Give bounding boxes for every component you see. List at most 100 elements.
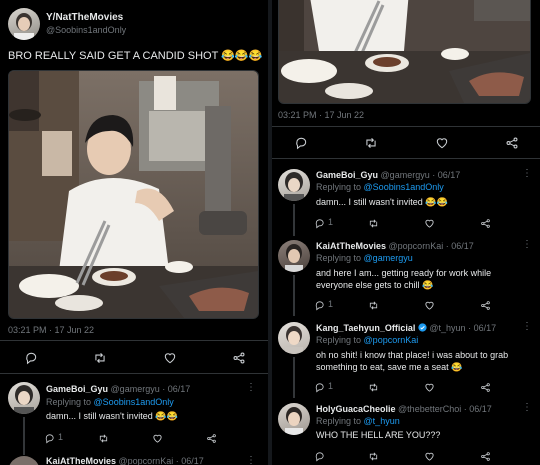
- share-icon[interactable]: [232, 351, 246, 365]
- replying-to-label: Replying to: [316, 335, 362, 345]
- timestamp[interactable]: 03:21 PM · 17 Jun 22: [278, 110, 364, 120]
- reply-handle[interactable]: @popcornKai: [389, 241, 444, 251]
- avatar[interactable]: [8, 8, 40, 40]
- avatar[interactable]: [278, 240, 310, 272]
- thread-line: [293, 204, 295, 236]
- reply-handle[interactable]: @thebetterChoi: [398, 404, 461, 414]
- reply-icon[interactable]: [314, 380, 325, 391]
- timestamp[interactable]: 03:21 PM · 17 Jun 22: [8, 325, 94, 335]
- reply-icon[interactable]: [314, 298, 325, 309]
- reply-name[interactable]: Kang_Taehyun_Official: [316, 323, 415, 333]
- like-icon[interactable]: [424, 298, 435, 309]
- like-icon[interactable]: [424, 380, 435, 391]
- reply-icon[interactable]: [24, 351, 38, 365]
- reply-text: WHO THE HELL ARE YOU???: [316, 430, 441, 440]
- avatar[interactable]: [278, 169, 310, 201]
- retweet-icon[interactable]: [93, 351, 107, 365]
- avatar[interactable]: [8, 456, 40, 465]
- like-icon[interactable]: [163, 351, 177, 365]
- share-icon[interactable]: [480, 298, 491, 309]
- more-icon[interactable]: ⋮: [522, 239, 532, 250]
- replying-to: Replying to @Soobins1andOnly: [46, 397, 174, 407]
- reply-date: · 06/17: [162, 384, 191, 394]
- replying-to-link[interactable]: @Soobins1andOnly: [364, 182, 444, 192]
- reply-handle[interactable]: @popcornKai: [119, 456, 174, 465]
- divider: [272, 158, 540, 159]
- replying-to: Replying to @popcornKai: [316, 335, 418, 345]
- reply-text-line: oh no shit! i know that place! i was abo…: [316, 350, 509, 360]
- replying-to-link[interactable]: @Soobins1andOnly: [94, 397, 174, 407]
- photo-scene-crop: [279, 0, 530, 103]
- replying-to-label: Replying to: [316, 253, 362, 263]
- reply-icon[interactable]: [44, 431, 55, 442]
- like-icon[interactable]: [424, 216, 435, 227]
- share-icon[interactable]: [505, 136, 519, 150]
- more-icon[interactable]: ⋮: [246, 382, 256, 393]
- more-icon[interactable]: ⋮: [522, 402, 532, 413]
- photo-scene: [9, 71, 258, 318]
- reply-icon[interactable]: [294, 136, 308, 150]
- reply-header: Kang_Taehyun_Official @t_hyun · 06/17: [316, 323, 496, 333]
- more-icon[interactable]: ⋮: [522, 168, 532, 179]
- reply-name[interactable]: HolyGuacaCheolie: [316, 404, 396, 414]
- reply-header: HolyGuacaCheolie @thebetterChoi · 06/17: [316, 404, 492, 414]
- reply-name[interactable]: GameBoi_Gyu: [316, 170, 378, 180]
- divider: [272, 126, 540, 127]
- handle[interactable]: @Soobins1andOnly: [46, 25, 126, 35]
- share-icon[interactable]: [206, 431, 217, 442]
- share-icon[interactable]: [480, 449, 491, 460]
- divider: [0, 340, 268, 341]
- replying-to: Replying to @gamergyu: [316, 253, 413, 263]
- reply-handle[interactable]: @t_hyun: [429, 323, 465, 333]
- like-icon[interactable]: [152, 431, 163, 442]
- reply-date: · 06/17: [432, 170, 461, 180]
- thread-line: [293, 275, 295, 316]
- share-icon[interactable]: [480, 380, 491, 391]
- reply-count: 1: [328, 299, 334, 309]
- display-name[interactable]: Y/NatTheMovies: [46, 12, 123, 23]
- replying-to-label: Replying to: [46, 397, 92, 407]
- reply-icon[interactable]: [314, 449, 325, 460]
- reply-text: damn... I still wasn't invited 😂😂: [316, 197, 448, 207]
- thread-line: [23, 417, 25, 455]
- like-icon[interactable]: [435, 136, 449, 150]
- reply-date: · 06/17: [445, 241, 474, 251]
- reply-date: · 06/17: [463, 404, 492, 414]
- avatar[interactable]: [278, 322, 310, 354]
- reply-handle[interactable]: @gamergyu: [381, 170, 430, 180]
- reply-name[interactable]: GameBoi_Gyu: [46, 384, 108, 394]
- reply-text-line: everyone else gets to chill 😂: [316, 280, 434, 290]
- reply-text: damn... I still wasn't invited 😂😂: [46, 411, 178, 421]
- tweet-photo[interactable]: [8, 70, 259, 319]
- share-icon[interactable]: [480, 216, 491, 227]
- replying-to-link[interactable]: @t_hyun: [364, 416, 400, 426]
- right-panel: 03:21 PM · 17 Jun 22 GameBoi_Gyu @gamerg…: [272, 0, 540, 465]
- tweet-text: BRO REALLY SAID GET A CANDID SHOT 😂😂😂: [8, 50, 263, 62]
- like-icon[interactable]: [424, 449, 435, 460]
- reply-header: KaiAtTheMovies @popcornKai · 06/17: [46, 456, 204, 465]
- replying-to-link[interactable]: @popcornKai: [364, 335, 419, 345]
- replying-to: Replying to @Soobins1andOnly: [316, 182, 444, 192]
- more-icon[interactable]: ⋮: [246, 455, 256, 465]
- reply-handle[interactable]: @gamergyu: [111, 384, 160, 394]
- reply-icon[interactable]: [314, 216, 325, 227]
- replying-to-link[interactable]: @gamergyu: [364, 253, 413, 263]
- divider: [0, 373, 268, 374]
- replying-to: Replying to @t_hyun: [316, 416, 400, 426]
- reply-header: GameBoi_Gyu @gamergyu · 06/17: [316, 170, 460, 180]
- retweet-icon[interactable]: [368, 449, 379, 460]
- replying-to-label: Replying to: [316, 416, 362, 426]
- replying-to-label: Replying to: [316, 182, 362, 192]
- retweet-icon[interactable]: [368, 380, 379, 391]
- more-icon[interactable]: ⋮: [522, 321, 532, 332]
- reply-name[interactable]: KaiAtTheMovies: [46, 456, 116, 465]
- avatar[interactable]: [8, 382, 40, 414]
- tweet-photo[interactable]: [278, 0, 531, 104]
- retweet-icon[interactable]: [368, 216, 379, 227]
- avatar[interactable]: [278, 403, 310, 435]
- retweet-icon[interactable]: [364, 136, 378, 150]
- thread-line: [293, 357, 295, 398]
- retweet-icon[interactable]: [368, 298, 379, 309]
- reply-name[interactable]: KaiAtTheMovies: [316, 241, 386, 251]
- retweet-icon[interactable]: [98, 431, 109, 442]
